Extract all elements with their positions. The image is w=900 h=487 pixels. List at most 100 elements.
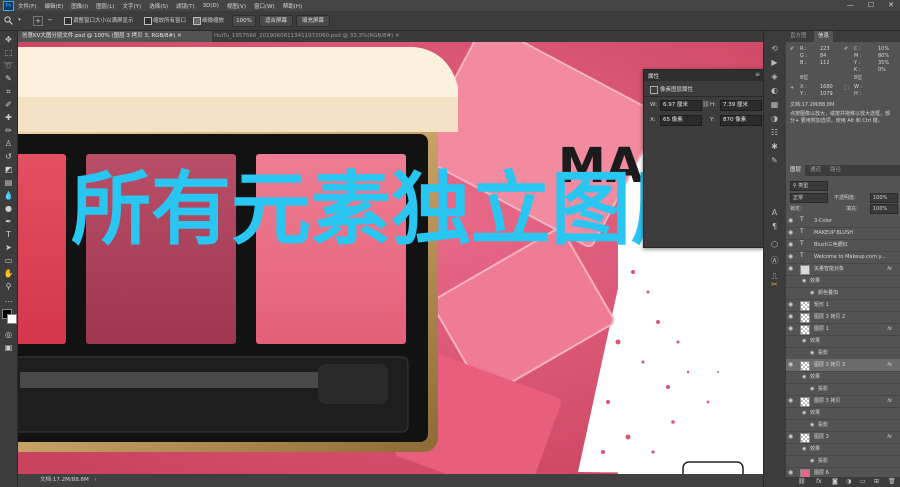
- link-layers-icon[interactable]: ⛓: [798, 478, 806, 485]
- visibility-eye-icon[interactable]: ◉: [788, 323, 793, 335]
- zoom-100-button[interactable]: 100%: [232, 15, 256, 27]
- zoom-all-checkbox[interactable]: [144, 17, 152, 25]
- visibility-eye-icon[interactable]: ◉: [788, 395, 793, 407]
- add-mask-icon[interactable]: ◙: [832, 478, 838, 485]
- new-group-icon[interactable]: ▭: [860, 478, 866, 485]
- menu-3d[interactable]: 3D(D): [203, 3, 219, 9]
- adjustment-layer-icon[interactable]: ◑: [846, 478, 851, 485]
- blend-mode-select[interactable]: 正常: [790, 193, 828, 203]
- menu-layer[interactable]: 图层(L): [96, 2, 114, 10]
- tool-presets-icon[interactable]: ✂: [769, 279, 780, 290]
- effect-eye-icon[interactable]: ◉: [810, 287, 818, 296]
- zoom-in-icon[interactable]: +: [33, 16, 43, 26]
- tab-channels[interactable]: 通道: [806, 165, 825, 176]
- visibility-eye-icon[interactable]: ◉: [788, 467, 793, 477]
- paragraph-icon[interactable]: ¶: [769, 221, 780, 232]
- eyedropper-tool-icon[interactable]: ✐: [3, 99, 14, 110]
- cube-3d-icon[interactable]: ⬡: [769, 239, 780, 250]
- screen-mode-icon[interactable]: ▣: [3, 342, 14, 353]
- path-select-tool-icon[interactable]: ➤: [3, 242, 14, 253]
- styles-icon[interactable]: ✱: [769, 141, 780, 152]
- fx-badge-icon[interactable]: fx: [887, 323, 892, 335]
- width-field[interactable]: 6.97 厘米: [660, 100, 702, 111]
- visibility-eye-icon[interactable]: ◉: [788, 299, 793, 311]
- x-field[interactable]: 65 像素: [660, 115, 702, 126]
- history-icon[interactable]: ⟲: [769, 43, 780, 54]
- effects-eye-icon[interactable]: ◉: [802, 275, 810, 284]
- tab-huitu[interactable]: HuiTu_1957566_20190608113411972060.psd @…: [210, 31, 424, 42]
- effect-eye-icon[interactable]: ◉: [810, 347, 818, 356]
- minimize-button[interactable]: —: [847, 1, 854, 9]
- status-arrow-icon[interactable]: ›: [94, 477, 96, 483]
- libraries-icon[interactable]: ☷: [769, 127, 780, 138]
- fit-screen-button[interactable]: 适合屏幕: [259, 15, 293, 27]
- effects-eye-icon[interactable]: ◉: [802, 443, 810, 452]
- swatches-icon[interactable]: ▦: [769, 99, 780, 110]
- lasso-tool-icon[interactable]: ➰: [3, 60, 14, 71]
- menu-help[interactable]: 帮助(H): [283, 2, 302, 10]
- resize-windows-checkbox[interactable]: [64, 17, 72, 25]
- new-layer-icon[interactable]: ⊞: [874, 478, 879, 485]
- kind-filter-select[interactable]: ⚲ 类型: [790, 181, 828, 191]
- fx-badge-icon[interactable]: fx: [887, 395, 892, 407]
- fx-badge-icon[interactable]: fx: [887, 263, 892, 275]
- move-tool-icon[interactable]: ✥: [3, 34, 14, 45]
- effect-eye-icon[interactable]: ◉: [810, 383, 818, 392]
- visibility-eye-icon[interactable]: ◉: [788, 431, 793, 443]
- actions-icon[interactable]: ▶: [769, 57, 780, 68]
- menu-edit[interactable]: 编辑(E): [44, 2, 63, 10]
- effect-eye-icon[interactable]: ◉: [810, 455, 818, 464]
- effects-eye-icon[interactable]: ◉: [802, 371, 810, 380]
- close-button[interactable]: ✕: [888, 1, 894, 9]
- navigator-icon[interactable]: ◈: [769, 71, 780, 82]
- color-icon[interactable]: ◐: [769, 85, 780, 96]
- quick-select-tool-icon[interactable]: ✎: [3, 73, 14, 84]
- fx-badge-icon[interactable]: fx: [887, 431, 892, 443]
- hand-tool-icon[interactable]: ✋: [3, 268, 14, 279]
- delete-layer-icon[interactable]: 🗑: [888, 478, 896, 485]
- quick-mask-icon[interactable]: ◎: [3, 329, 14, 340]
- adjustments-icon[interactable]: ◑: [769, 113, 780, 124]
- visibility-eye-icon[interactable]: ◉: [788, 227, 793, 239]
- link-icon[interactable]: ⛓: [702, 101, 710, 108]
- menu-image[interactable]: 图像(I): [71, 2, 88, 10]
- menu-view[interactable]: 视图(V): [227, 2, 246, 10]
- tab-histogram[interactable]: 直方图: [786, 31, 811, 42]
- menu-window[interactable]: 窗口(W): [254, 2, 275, 10]
- zoom-tool-icon[interactable]: ⚲: [3, 281, 14, 292]
- menu-filter[interactable]: 滤镜(T): [176, 2, 195, 10]
- shape-tool-icon[interactable]: ▭: [3, 255, 14, 266]
- layer-row[interactable]: ◉ 图层 6: [786, 467, 900, 477]
- crop-tool-icon[interactable]: ⌗: [3, 86, 14, 97]
- menu-file[interactable]: 文件(F): [18, 2, 36, 10]
- fill-field[interactable]: 100%: [870, 204, 898, 214]
- history-brush-icon[interactable]: ↺: [3, 151, 14, 162]
- opacity-field[interactable]: 100%: [870, 193, 898, 203]
- fill-screen-button[interactable]: 填充屏幕: [296, 15, 330, 27]
- effect-eye-icon[interactable]: ◉: [810, 419, 818, 428]
- tab-layers[interactable]: 图层: [786, 165, 806, 176]
- visibility-eye-icon[interactable]: ◉: [788, 359, 793, 371]
- more-tools-icon[interactable]: …: [3, 294, 14, 305]
- tool-preset-chevron-icon[interactable]: ▾: [15, 16, 24, 25]
- pen-tool-icon[interactable]: ✒: [3, 216, 14, 227]
- visibility-eye-icon[interactable]: ◉: [788, 311, 793, 323]
- add-style-icon[interactable]: fx: [816, 478, 822, 485]
- zoom-out-icon[interactable]: −: [46, 16, 54, 24]
- maximize-button[interactable]: ☐: [868, 1, 874, 9]
- menu-type[interactable]: 文字(Y): [123, 2, 142, 10]
- eraser-tool-icon[interactable]: ◩: [3, 164, 14, 175]
- tab-paths[interactable]: 路径: [826, 165, 845, 176]
- y-field[interactable]: 870 像素: [720, 115, 762, 126]
- zoom-tool-icon[interactable]: [4, 16, 13, 25]
- gradient-tool-icon[interactable]: ▤: [3, 177, 14, 188]
- fx-badge-icon[interactable]: fx: [887, 359, 892, 371]
- effects-eye-icon[interactable]: ◉: [802, 335, 810, 344]
- glyphs-icon[interactable]: Ⓐ: [769, 255, 780, 266]
- tab-info[interactable]: 信息: [814, 31, 834, 42]
- brush-tool-icon[interactable]: ✏: [3, 125, 14, 136]
- properties-header[interactable]: 属性 ≡: [644, 70, 764, 81]
- visibility-eye-icon[interactable]: ◉: [788, 215, 793, 227]
- type-tool-icon[interactable]: T: [3, 229, 14, 240]
- menu-select[interactable]: 选择(S): [149, 2, 168, 10]
